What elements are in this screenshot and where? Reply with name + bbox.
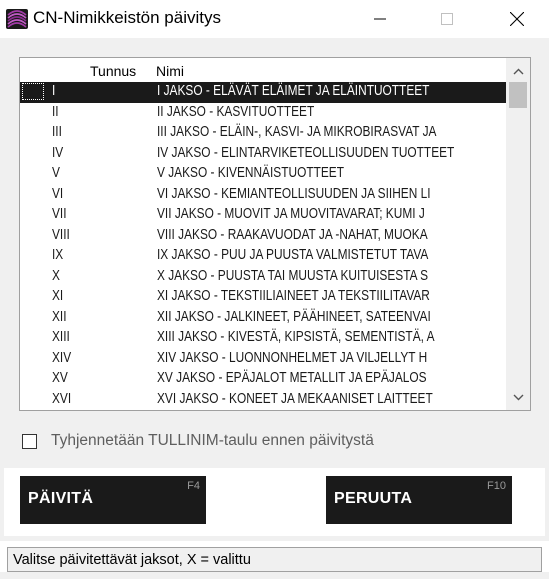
list-item[interactable]: I I JAKSO - ELÄVÄT ELÄIMET JA ELÄINTUOTTE… — [20, 82, 506, 103]
row-code: VII — [52, 206, 67, 222]
row-name: VI JAKSO - KEMIANTEOLLISUUDEN JA SIIHEN … — [157, 185, 431, 202]
column-header-name: Nimi — [156, 63, 184, 79]
cancel-shortcut: F10 — [487, 480, 506, 492]
maximize-icon — [441, 13, 453, 25]
chevron-up-icon — [513, 68, 523, 74]
update-button[interactable]: PÄIVITÄ F4 — [20, 476, 206, 524]
row-code: IV — [52, 144, 64, 161]
list-item[interactable]: VI VI JAKSO - KEMIANTEOLLISUUDEN JA SIIHE… — [20, 185, 506, 206]
focus-indicator — [22, 83, 44, 100]
row-name: XV JAKSO - EPÄJALOT METALLIT JA EPÄJALOS — [157, 370, 427, 386]
list-item[interactable]: VIII VIII JAKSO - RAAKAVUODAT JA -NAHAT, … — [20, 226, 506, 247]
clear-table-checkbox[interactable] — [22, 433, 37, 449]
row-code: VI — [52, 185, 64, 202]
maximize-button[interactable] — [424, 0, 470, 38]
row-name: II JAKSO - KASVITUOTTEET — [157, 103, 315, 120]
list-item[interactable]: X X JAKSO - PUUSTA TAI MUUSTA KUITUISESTA… — [20, 267, 506, 288]
section-list[interactable]: Tunnus Nimi I I JAKSO - ELÄVÄT ELÄIMET JA… — [19, 57, 531, 411]
scroll-thumb[interactable] — [509, 82, 527, 108]
close-button[interactable] — [494, 0, 540, 38]
row-code: I — [52, 83, 56, 99]
row-name: XVI JAKSO - KONEET JA MEKAANISET LAITTEE… — [157, 390, 433, 407]
list-item[interactable]: XVI XVI JAKSO - KONEET JA MEKAANISET LAIT… — [20, 390, 506, 411]
row-code: VIII — [52, 226, 70, 243]
update-button-label: PÄIVITÄ — [28, 490, 94, 507]
list-item[interactable]: VII VII JAKSO - MUOVIT JA MUOVITAVARAT; K… — [20, 205, 506, 226]
column-header-code: Tunnus — [90, 63, 137, 79]
row-name: IX JAKSO - PUU JA PUUSTA VALMISTETUT TAV… — [157, 247, 429, 263]
list-item[interactable]: V V JAKSO - KIVENNÄISTUOTTEET — [20, 164, 506, 185]
list-item[interactable]: II II JAKSO - KASVITUOTTEET — [20, 103, 506, 124]
row-name: V JAKSO - KIVENNÄISTUOTTEET — [157, 165, 344, 181]
row-code: X — [52, 267, 60, 284]
update-shortcut: F4 — [187, 480, 200, 492]
list-item[interactable]: XIII XIII JAKSO - KIVESTÄ, KIPSISTÄ, SEME… — [20, 328, 506, 349]
row-code: XI — [52, 288, 64, 304]
title-bar: CN-Nimikkeistön päivitys — [0, 0, 549, 38]
list-item[interactable]: IX IX JAKSO - PUU JA PUUSTA VALMISTETUT T… — [20, 246, 506, 267]
row-name: X JAKSO - PUUSTA TAI MUUSTA KUITUISESTA … — [157, 267, 429, 284]
row-code: XIV — [52, 349, 72, 366]
list-item[interactable]: XV XV JAKSO - EPÄJALOT METALLIT JA EPÄJAL… — [20, 369, 506, 390]
chevron-down-icon — [513, 394, 523, 400]
clear-table-option[interactable]: Tyhjennetään TULLINIM-taulu ennen päivit… — [22, 430, 374, 452]
list-item[interactable]: XI XI JAKSO - TEKSTIILIAINEET JA TEKSTIIL… — [20, 287, 506, 308]
row-name: XI JAKSO - TEKSTIILIAINEET JA TEKSTIILIT… — [157, 288, 430, 304]
row-name: XII JAKSO - JALKINEET, PÄÄHINEET, SATEEN… — [157, 308, 431, 325]
row-code: III — [52, 124, 62, 140]
close-icon — [510, 12, 524, 26]
status-bar: Valitse päivitettävät jaksot, X = valitt… — [7, 547, 542, 572]
row-name: VII JAKSO - MUOVIT JA MUOVITAVARAT; KUMI… — [157, 206, 425, 222]
row-name: VIII JAKSO - RAAKAVUODAT JA -NAHAT, MUOK… — [157, 226, 428, 243]
button-area: PÄIVITÄ F4 PERUUTA F10 — [4, 468, 545, 536]
clear-table-label: Tyhjennetään TULLINIM-taulu ennen päivit… — [51, 432, 374, 449]
status-text: Valitse päivitettävät jaksot, X = valitt… — [13, 552, 251, 568]
cancel-button-label: PERUUTA — [334, 490, 413, 507]
row-code: IX — [52, 247, 64, 263]
app-icon — [6, 9, 28, 29]
row-code: V — [52, 165, 60, 181]
row-name: IV JAKSO - ELINTARVIKETEOLLISUUDEN TUOTT… — [157, 144, 455, 161]
minimize-button[interactable] — [357, 0, 403, 38]
row-name: XIII JAKSO - KIVESTÄ, KIPSISTÄ, SEMENTIS… — [157, 329, 435, 345]
row-code: XVI — [52, 390, 72, 407]
scroll-down-button[interactable] — [506, 387, 530, 407]
row-name: XIV JAKSO - LUONNONHELMET JA VILJELLYT H — [157, 349, 428, 366]
list-item[interactable]: IV IV JAKSO - ELINTARVIKETEOLLISUUDEN TUO… — [20, 144, 506, 165]
list-header: Tunnus Nimi — [20, 58, 506, 82]
list-item[interactable]: III III JAKSO - ELÄIN-, KASVI- JA MIKROBI… — [20, 123, 506, 144]
scroll-up-button[interactable] — [506, 61, 530, 81]
minimize-icon — [374, 18, 386, 20]
list-item[interactable]: XIV XIV JAKSO - LUONNONHELMET JA VILJELLY… — [20, 349, 506, 370]
cancel-button[interactable]: PERUUTA F10 — [326, 476, 512, 524]
row-name: III JAKSO - ELÄIN-, KASVI- JA MIKROBIRAS… — [157, 124, 437, 140]
row-code: II — [52, 103, 59, 120]
vertical-scrollbar[interactable] — [506, 58, 530, 410]
row-code: XV — [52, 370, 68, 386]
row-code: XIII — [52, 329, 70, 345]
list-rows: I I JAKSO - ELÄVÄT ELÄIMET JA ELÄINTUOTTE… — [20, 82, 506, 410]
row-name: I JAKSO - ELÄVÄT ELÄIMET JA ELÄINTUOTTEE… — [157, 83, 430, 99]
row-code: XII — [52, 308, 67, 325]
list-item[interactable]: XII XII JAKSO - JALKINEET, PÄÄHINEET, SAT… — [20, 308, 506, 329]
window-bottom-edge — [0, 572, 549, 579]
window-title: CN-Nimikkeistön päivitys — [33, 8, 221, 27]
